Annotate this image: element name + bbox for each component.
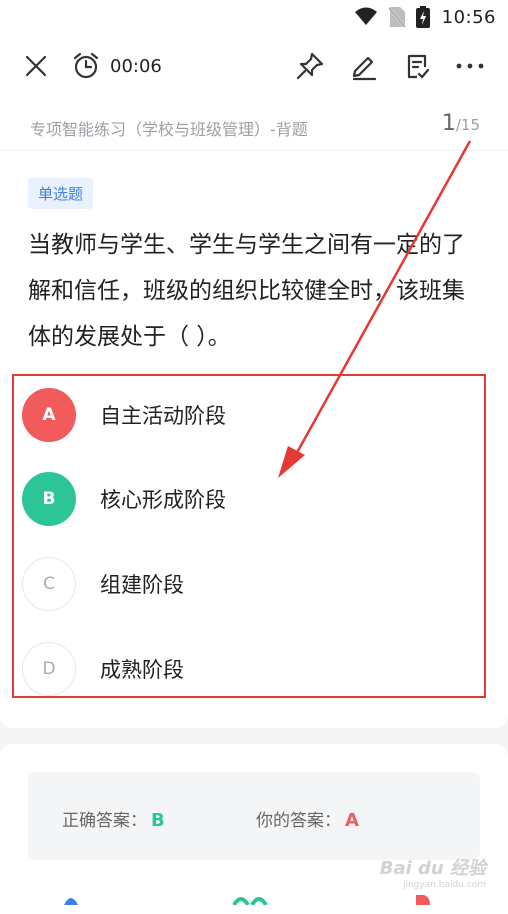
pin-icon <box>296 52 324 80</box>
option-b[interactable]: B 核心形成阶段 <box>22 470 462 528</box>
pin-button[interactable] <box>290 46 330 86</box>
your-answer-value: A <box>345 810 359 831</box>
watermark-text: Bai du 经验 <box>379 858 486 879</box>
status-bar: 10:56 <box>0 0 508 34</box>
answer-sheet-icon <box>407 54 430 79</box>
option-letter: C <box>22 557 76 611</box>
watermark-url: jingyan.baidu.com <box>402 880 486 890</box>
close-icon <box>25 55 47 77</box>
alarm-clock-icon <box>73 52 99 79</box>
toolbar: 00:06 <box>0 40 508 92</box>
correct-answer-value: B <box>151 810 165 831</box>
answer-sheet-button[interactable] <box>398 46 438 86</box>
more-button[interactable] <box>450 46 490 86</box>
option-d[interactable]: D 成熟阶段 <box>22 640 462 698</box>
correct-answer: 正确答案： B <box>62 806 165 831</box>
no-sim-icon <box>388 6 406 32</box>
question-type-badge: 单选题 <box>28 178 94 209</box>
bottom-peek-left <box>62 890 80 910</box>
question-text: 当教师与学生、学生与学生之间有一定的了解和信任，班级的组织比较健全时，该班集体的… <box>28 232 465 350</box>
bottom-peek-right <box>414 890 432 910</box>
option-letter: B <box>22 472 76 526</box>
more-icon <box>456 63 484 69</box>
bottom-peek-center <box>232 890 268 910</box>
header-divider <box>0 150 508 151</box>
progress-current: 1 <box>441 111 456 136</box>
baidu-watermark: Bai du 经验 jingyan.baidu.com <box>380 854 486 890</box>
correct-answer-label: 正确答案： <box>62 811 147 831</box>
option-text: 核心形成阶段 <box>100 488 226 512</box>
practice-subtitle: 专项智能练习（学校与班级管理）-背题 <box>30 120 308 139</box>
timer-button[interactable] <box>66 46 106 86</box>
option-c[interactable]: C 组建阶段 <box>22 555 462 613</box>
note-button[interactable] <box>344 46 384 86</box>
progress-total: /15 <box>455 116 480 134</box>
question-progress: 1/15 <box>442 111 480 136</box>
option-letter: A <box>22 388 76 442</box>
answer-summary: 正确答案： B 你的答案： A <box>28 772 480 860</box>
your-answer-label: 你的答案： <box>256 811 341 831</box>
status-time: 10:56 <box>441 7 496 28</box>
battery-charging-icon <box>416 6 430 32</box>
pen-icon <box>352 56 377 81</box>
timer-text: 00:06 <box>110 56 162 77</box>
wifi-icon <box>354 6 378 32</box>
option-text: 组建阶段 <box>100 573 184 597</box>
option-text: 成熟阶段 <box>100 658 184 682</box>
option-letter: D <box>22 642 76 696</box>
your-answer: 你的答案： A <box>256 806 359 831</box>
close-button[interactable] <box>16 46 56 86</box>
option-text: 自主活动阶段 <box>100 404 226 428</box>
option-a[interactable]: A 自主活动阶段 <box>22 386 462 444</box>
